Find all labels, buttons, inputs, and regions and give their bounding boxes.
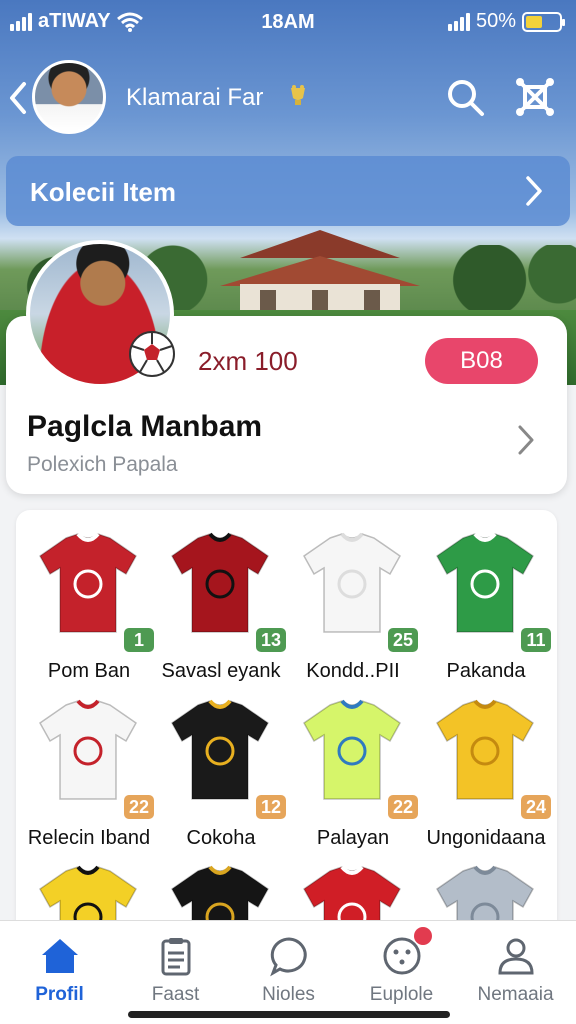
pavilion-building xyxy=(220,230,420,312)
tab-label: Faast xyxy=(151,984,200,1005)
card-subtitle: Polexich Papala xyxy=(27,453,178,476)
tab-euplole[interactable]: Euplole xyxy=(344,921,459,1011)
collection-label: Kolecii Item xyxy=(30,177,176,207)
jersey-item[interactable]: 24 Ungonidaana xyxy=(421,687,551,849)
jersey-label: Kondd..PII xyxy=(306,660,400,682)
notification-badge xyxy=(414,927,432,945)
count-badge: 12 xyxy=(255,795,286,819)
home-icon xyxy=(42,939,78,973)
jersey-item[interactable]: 1 Pom Ban xyxy=(24,520,154,682)
status-bar: aTIWAY 18AM 50% xyxy=(0,0,576,44)
jersey-item[interactable]: 22 Relecin Iband xyxy=(24,687,154,849)
stat-value: 2xm 100 xyxy=(198,346,298,376)
tab-faast[interactable]: Faast xyxy=(118,921,233,1011)
battery-icon xyxy=(522,11,565,32)
clipboard-icon xyxy=(161,938,191,976)
tab-nioles[interactable]: Nioles xyxy=(231,921,346,1011)
jersey-label: Relecin Iband xyxy=(27,827,151,849)
jersey-label: Pom Ban xyxy=(47,660,131,682)
count-badge: 13 xyxy=(255,628,286,652)
tab-label: Profil xyxy=(35,984,84,1005)
tab-label: Euplole xyxy=(369,984,434,1005)
count-badge: 24 xyxy=(520,795,551,819)
jersey-icon xyxy=(303,699,401,800)
jersey-item[interactable]: 13 Savasl eyank xyxy=(156,520,286,682)
tab-label: Nemaaia xyxy=(477,984,554,1005)
bottom-nav: Profil Faast Nioles Euplole Nemaaia xyxy=(0,920,576,1024)
chevron-right-icon xyxy=(526,176,542,206)
jersey-item[interactable]: 25 Kondd..PII xyxy=(288,520,418,682)
jersey-icon xyxy=(171,699,269,800)
jersey-label: Ungonidaana xyxy=(426,827,546,849)
top-nav: Klamarai Far xyxy=(0,58,576,138)
collection-item-bar[interactable]: Kolecii Item xyxy=(6,156,570,226)
jersey-icon xyxy=(39,532,137,633)
soccer-ball-icon xyxy=(129,331,175,377)
profile-name: Klamarai Far xyxy=(126,84,264,111)
chevron-right-icon[interactable] xyxy=(516,424,536,456)
count-badge: 1 xyxy=(124,628,154,652)
back-arrow-icon[interactable] xyxy=(6,78,30,118)
jersey-item[interactable]: 12 Cokoha xyxy=(156,687,286,849)
jersey-icon xyxy=(303,532,401,633)
jersey-icon xyxy=(39,699,137,800)
chat-bubble-icon xyxy=(270,937,307,977)
tab-nemaaia[interactable]: Nemaaia xyxy=(458,921,573,1011)
action-pill-button[interactable]: B08 xyxy=(425,338,538,384)
count-badge: 22 xyxy=(387,795,418,819)
jersey-icon xyxy=(436,532,534,633)
tab-profil[interactable]: Profil xyxy=(2,921,117,1011)
jersey-label: Pakanda xyxy=(446,660,526,682)
user-icon xyxy=(498,938,534,975)
jersey-item[interactable]: 22 Palayan xyxy=(288,687,418,849)
avatar[interactable] xyxy=(32,60,106,134)
trophy-icon xyxy=(291,85,305,105)
battery-percent: 50% xyxy=(475,10,516,32)
card-title: Paglcla Manbam xyxy=(27,410,263,443)
jersey-icon xyxy=(171,532,269,633)
jersey-icon xyxy=(436,699,534,800)
jersey-label: Cokoha xyxy=(186,827,256,849)
count-badge: 11 xyxy=(521,628,551,652)
jersey-label: Palayan xyxy=(316,827,390,849)
signal-icon-right xyxy=(447,12,470,31)
network-icon[interactable] xyxy=(514,76,556,118)
jersey-label: Savasl eyank xyxy=(161,660,281,682)
tab-label: Nioles xyxy=(262,984,315,1005)
home-indicator xyxy=(128,1011,450,1018)
count-badge: 22 xyxy=(123,795,154,819)
item-grid: 1 Pom Ban 13 Savasl eyank 25 Kondd..PII 11 Paka… xyxy=(16,510,557,940)
count-badge: 25 xyxy=(387,628,418,652)
search-icon[interactable] xyxy=(444,76,486,118)
jersey-item[interactable]: 11 Pakanda xyxy=(421,520,551,682)
